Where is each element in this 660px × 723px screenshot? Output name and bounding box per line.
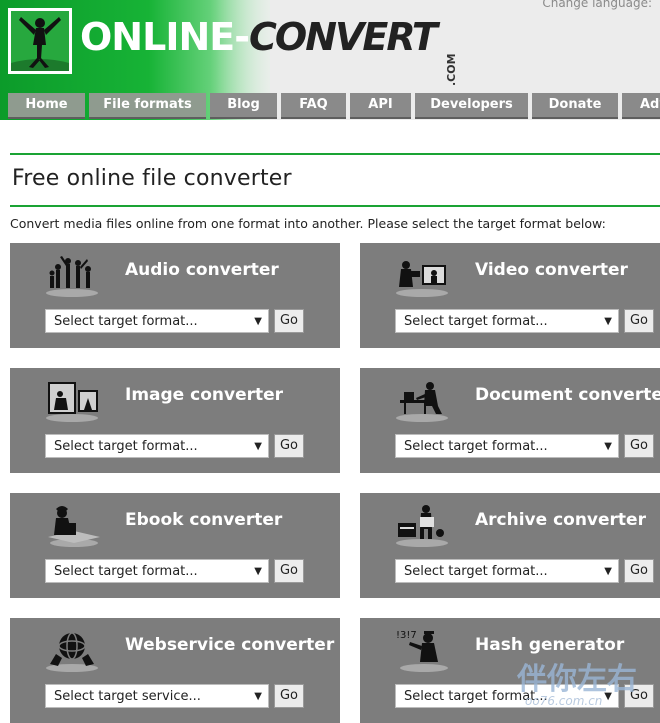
image-frame-icon bbox=[44, 376, 100, 422]
card-title: Hash generator bbox=[475, 635, 625, 655]
go-button[interactable]: Go bbox=[624, 559, 654, 583]
archive-box-icon bbox=[394, 501, 450, 547]
select-value: Select target format... bbox=[54, 439, 198, 454]
nav-tab-api[interactable]: API bbox=[350, 93, 411, 119]
card-video-converter: Video converter Select target format... … bbox=[360, 243, 660, 348]
select-value: Select target format... bbox=[404, 564, 548, 579]
select-value: Select target format... bbox=[404, 439, 548, 454]
ebook-reader-icon bbox=[44, 501, 100, 547]
card-title: Ebook converter bbox=[125, 510, 283, 530]
audio-people-icon bbox=[44, 251, 100, 297]
nav-tab-file-formats[interactable]: File formats bbox=[89, 93, 206, 119]
card-title: Archive converter bbox=[475, 510, 646, 530]
watermark-url: oo76.com.cn bbox=[525, 694, 603, 708]
logo-wordmark[interactable]: ONLINE - CONVERT bbox=[80, 12, 438, 62]
card-title: Video converter bbox=[475, 260, 628, 280]
dropdown-arrow-icon: ▼ bbox=[604, 566, 612, 577]
card-archive-converter: Archive converter Select target format..… bbox=[360, 493, 660, 598]
logo-dash-text: - bbox=[234, 15, 250, 59]
dropdown-arrow-icon: ▼ bbox=[254, 566, 262, 577]
select-value: Select target format... bbox=[54, 564, 198, 579]
target-format-select[interactable]: Select target format... ▼ bbox=[395, 309, 619, 333]
logo-com-text: .COM bbox=[445, 53, 459, 96]
go-button[interactable]: Go bbox=[274, 559, 304, 583]
dropdown-arrow-icon: ▼ bbox=[254, 691, 262, 702]
site-header: Change language: ONLINE - CONVERT .COM H… bbox=[0, 0, 660, 120]
go-button[interactable]: Go bbox=[274, 309, 304, 333]
nav-tab-developers[interactable]: Developers bbox=[415, 93, 528, 119]
select-value: Select target service... bbox=[54, 689, 201, 704]
nav-tab-donate[interactable]: Donate bbox=[532, 93, 618, 119]
page-title: Free online file converter bbox=[12, 166, 292, 191]
watermark: 伴你左右 oo76.com.cn bbox=[495, 660, 660, 717]
hash-person-icon: !3!7 bbox=[394, 626, 450, 672]
card-image-converter: Image converter Select target format... … bbox=[10, 368, 340, 473]
go-button[interactable]: Go bbox=[624, 434, 654, 458]
dropdown-arrow-icon: ▼ bbox=[604, 316, 612, 327]
dropdown-arrow-icon: ▼ bbox=[604, 441, 612, 452]
card-title: Document converter bbox=[475, 385, 660, 405]
video-camera-icon bbox=[394, 251, 450, 297]
go-button[interactable]: Go bbox=[274, 684, 304, 708]
watermark-text: 伴你左右 bbox=[517, 662, 637, 697]
document-desk-icon bbox=[394, 376, 450, 422]
target-format-select[interactable]: Select target format... ▼ bbox=[45, 434, 269, 458]
change-language-label[interactable]: Change language: bbox=[542, 0, 652, 10]
card-webservice-converter: Webservice converter Select target servi… bbox=[10, 618, 340, 723]
select-value: Select target format... bbox=[404, 314, 548, 329]
select-value: Select target format... bbox=[54, 314, 198, 329]
go-button[interactable]: Go bbox=[274, 434, 304, 458]
svg-text:!3!7: !3!7 bbox=[396, 630, 417, 641]
title-rule-top bbox=[10, 153, 660, 155]
card-title: Webservice converter bbox=[125, 635, 335, 655]
nav-tab-faq[interactable]: FAQ bbox=[281, 93, 346, 119]
card-ebook-converter: Ebook converter Select target format... … bbox=[10, 493, 340, 598]
nav-tab-home[interactable]: Home bbox=[8, 93, 85, 119]
logo-online-text: ONLINE bbox=[80, 15, 235, 59]
intro-text: Convert media files online from one form… bbox=[10, 216, 606, 231]
card-audio-converter: Audio converter Select target format... … bbox=[10, 243, 340, 348]
target-format-select[interactable]: Select target format... ▼ bbox=[45, 559, 269, 583]
dropdown-arrow-icon: ▼ bbox=[254, 441, 262, 452]
target-service-select[interactable]: Select target service... ▼ bbox=[45, 684, 269, 708]
card-document-converter: Document converter Select target format.… bbox=[360, 368, 660, 473]
go-button[interactable]: Go bbox=[624, 309, 654, 333]
title-rule-bottom bbox=[10, 205, 660, 207]
nav-tab-blog[interactable]: Blog bbox=[210, 93, 277, 119]
target-format-select[interactable]: Select target format... ▼ bbox=[395, 434, 619, 458]
target-format-select[interactable]: Select target format... ▼ bbox=[395, 559, 619, 583]
card-title: Image converter bbox=[125, 385, 284, 405]
main-nav: Home File formats Blog FAQ API Developer… bbox=[0, 93, 660, 119]
card-title: Audio converter bbox=[125, 260, 279, 280]
logo-com-label: .COM bbox=[445, 53, 458, 86]
target-format-select[interactable]: Select target format... ▼ bbox=[45, 309, 269, 333]
dropdown-arrow-icon: ▼ bbox=[254, 316, 262, 327]
nav-tab-advanced[interactable]: Adv bbox=[622, 93, 660, 119]
globe-hands-icon bbox=[44, 626, 100, 672]
logo-silhouette-icon[interactable] bbox=[8, 8, 72, 74]
logo-convert-text: CONVERT bbox=[249, 15, 438, 59]
